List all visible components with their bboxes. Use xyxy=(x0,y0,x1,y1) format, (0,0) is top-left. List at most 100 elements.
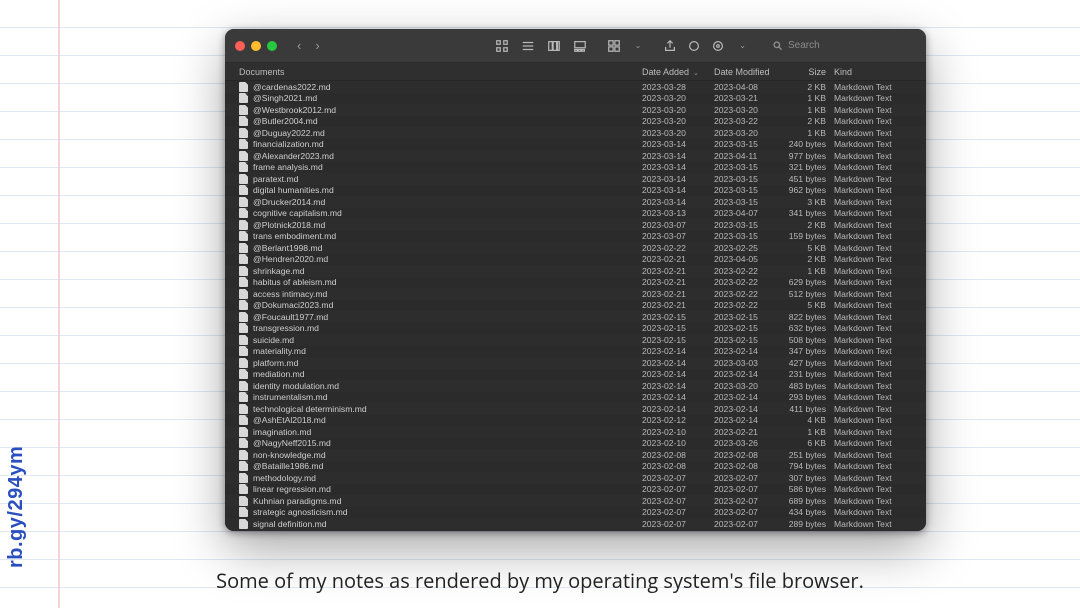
file-row[interactable]: technological determinism.md2023-02-1420… xyxy=(225,403,926,415)
file-icon xyxy=(239,208,248,218)
file-icon xyxy=(239,404,248,414)
file-row[interactable]: @Plotnick2018.md2023-03-072023-03-152 KB… xyxy=(225,219,926,231)
file-date-modified: 2023-02-14 xyxy=(714,404,784,414)
nav-back-button[interactable]: ‹ xyxy=(293,38,305,53)
fullscreen-window-button[interactable] xyxy=(267,41,277,51)
file-date-added: 2023-03-14 xyxy=(642,162,714,172)
file-date-added: 2023-03-28 xyxy=(642,82,714,92)
file-row[interactable]: suicide.md2023-02-152023-02-15508 bytesM… xyxy=(225,334,926,346)
action-button[interactable] xyxy=(709,37,727,55)
file-date-modified: 2023-02-14 xyxy=(714,346,784,356)
short-url: rb.gy/294ym xyxy=(5,446,28,568)
share-button[interactable] xyxy=(661,37,679,55)
tag-button[interactable] xyxy=(685,37,703,55)
file-row[interactable]: @NagyNeff2015.md2023-02-102023-03-266 KB… xyxy=(225,438,926,450)
file-row[interactable]: strategic agnosticism.md2023-02-072023-0… xyxy=(225,507,926,519)
file-row[interactable]: @Dokumaci2023.md2023-02-212023-02-225 KB… xyxy=(225,300,926,312)
file-date-added: 2023-03-14 xyxy=(642,185,714,195)
file-kind: Markdown Text xyxy=(834,162,912,172)
file-row[interactable]: financialization.md2023-03-142023-03-152… xyxy=(225,139,926,151)
file-row[interactable]: @Westbrook2012.md2023-03-202023-03-201 K… xyxy=(225,104,926,116)
file-row[interactable]: materiality.md2023-02-142023-02-14347 by… xyxy=(225,346,926,358)
file-row[interactable]: signal definition.md2023-02-072023-02-07… xyxy=(225,518,926,530)
file-kind: Markdown Text xyxy=(834,128,912,138)
file-row[interactable]: @Duguay2022.md2023-03-202023-03-201 KBMa… xyxy=(225,127,926,139)
file-row[interactable]: shrinkage.md2023-02-212023-02-221 KBMark… xyxy=(225,265,926,277)
file-row[interactable]: Kuhnian paradigms.md2023-02-072023-02-07… xyxy=(225,495,926,507)
column-size-header[interactable]: Size xyxy=(784,67,834,77)
column-view-button[interactable] xyxy=(545,37,563,55)
file-row[interactable]: @cardenas2022.md2023-03-282023-04-082 KB… xyxy=(225,81,926,93)
file-row[interactable]: @Foucault1977.md2023-02-152023-02-15822 … xyxy=(225,311,926,323)
file-row[interactable]: access intimacy.md2023-02-212023-02-2251… xyxy=(225,288,926,300)
file-date-modified: 2023-03-22 xyxy=(714,116,784,126)
file-name: @cardenas2022.md xyxy=(253,82,642,92)
file-date-modified: 2023-02-22 xyxy=(714,277,784,287)
file-name: frame analysis.md xyxy=(253,162,642,172)
file-name: @Butler2004.md xyxy=(253,116,642,126)
file-icon xyxy=(239,82,248,92)
file-date-modified: 2023-02-15 xyxy=(714,312,784,322)
list-view-button[interactable] xyxy=(519,37,537,55)
file-row[interactable]: @Singh2021.md2023-03-202023-03-211 KBMar… xyxy=(225,93,926,105)
file-kind: Markdown Text xyxy=(834,185,912,195)
file-row[interactable]: @Drucker2014.md2023-03-142023-03-153 KBM… xyxy=(225,196,926,208)
file-kind: Markdown Text xyxy=(834,323,912,333)
gallery-view-button[interactable] xyxy=(571,37,589,55)
file-date-modified: 2023-03-15 xyxy=(714,185,784,195)
file-row[interactable]: non-knowledge.md2023-02-082023-02-08251 … xyxy=(225,449,926,461)
column-date-added-header[interactable]: Date Added⌄ xyxy=(642,67,714,77)
file-row[interactable]: linear regression.md2023-02-072023-02-07… xyxy=(225,484,926,496)
file-size: 512 bytes xyxy=(784,289,834,299)
file-size: 2 KB xyxy=(784,116,834,126)
file-date-modified: 2023-04-08 xyxy=(714,82,784,92)
file-row[interactable]: trans embodiment.md2023-03-072023-03-151… xyxy=(225,231,926,243)
file-row[interactable]: @Alexander2023.md2023-03-142023-04-11977… xyxy=(225,150,926,162)
window-controls xyxy=(235,41,277,51)
file-row[interactable]: identity modulation.md2023-02-142023-03-… xyxy=(225,380,926,392)
file-date-modified: 2023-03-15 xyxy=(714,197,784,207)
file-size: 251 bytes xyxy=(784,450,834,460)
file-row[interactable]: frame analysis.md2023-03-142023-03-15321… xyxy=(225,162,926,174)
group-by-button[interactable] xyxy=(605,37,623,55)
file-row[interactable]: @Hendren2020.md2023-02-212023-04-052 KBM… xyxy=(225,254,926,266)
file-date-modified: 2023-04-07 xyxy=(714,208,784,218)
file-date-modified: 2023-03-20 xyxy=(714,128,784,138)
file-icon xyxy=(239,484,248,494)
file-kind: Markdown Text xyxy=(834,277,912,287)
column-kind-header[interactable]: Kind xyxy=(834,67,912,77)
file-row[interactable]: platform.md2023-02-142023-03-03427 bytes… xyxy=(225,357,926,369)
file-row[interactable]: habitus of ableism.md2023-02-212023-02-2… xyxy=(225,277,926,289)
file-row[interactable]: @Berlant1998.md2023-02-222023-02-255 KBM… xyxy=(225,242,926,254)
file-date-modified: 2023-02-07 xyxy=(714,484,784,494)
close-window-button[interactable] xyxy=(235,41,245,51)
file-date-modified: 2023-02-07 xyxy=(714,496,784,506)
file-row[interactable]: digital humanities.md2023-03-142023-03-1… xyxy=(225,185,926,197)
file-row[interactable]: paratext.md2023-03-142023-03-15451 bytes… xyxy=(225,173,926,185)
column-name-header[interactable]: Documents xyxy=(239,67,642,77)
file-name: @Singh2021.md xyxy=(253,93,642,103)
file-row[interactable]: @AshEtAl2018.md2023-02-122023-02-144 KBM… xyxy=(225,415,926,427)
file-date-modified: 2023-02-07 xyxy=(714,519,784,529)
file-list[interactable]: @cardenas2022.md2023-03-282023-04-08 2 KB… xyxy=(225,81,926,531)
file-row[interactable]: transgression.md2023-02-152023-02-15632 … xyxy=(225,323,926,335)
column-date-modified-header[interactable]: Date Modified xyxy=(714,67,784,77)
file-row[interactable]: @Butler2004.md2023-03-202023-03-222 KBMa… xyxy=(225,116,926,128)
icon-view-button[interactable] xyxy=(493,37,511,55)
file-kind: Markdown Text xyxy=(834,266,912,276)
file-row[interactable]: imagination.md2023-02-102023-02-211 KBMa… xyxy=(225,426,926,438)
file-row[interactable]: instrumentalism.md2023-02-142023-02-1429… xyxy=(225,392,926,404)
file-icon xyxy=(239,346,248,356)
minimize-window-button[interactable] xyxy=(251,41,261,51)
nav-forward-button[interactable]: › xyxy=(311,38,323,53)
file-row[interactable]: mediation.md2023-02-142023-02-14231 byte… xyxy=(225,369,926,381)
file-date-modified: 2023-02-14 xyxy=(714,392,784,402)
file-date-modified: 2023-02-15 xyxy=(714,335,784,345)
search-field[interactable]: Search xyxy=(766,38,916,53)
file-kind: Markdown Text xyxy=(834,404,912,414)
file-row[interactable]: methodology.md2023-02-072023-02-07307 by… xyxy=(225,472,926,484)
file-row[interactable]: cognitive capitalism.md2023-03-132023-04… xyxy=(225,208,926,220)
file-icon xyxy=(239,461,248,471)
file-size: 411 bytes xyxy=(784,404,834,414)
file-row[interactable]: @Bataille1986.md2023-02-082023-02-08794 … xyxy=(225,461,926,473)
